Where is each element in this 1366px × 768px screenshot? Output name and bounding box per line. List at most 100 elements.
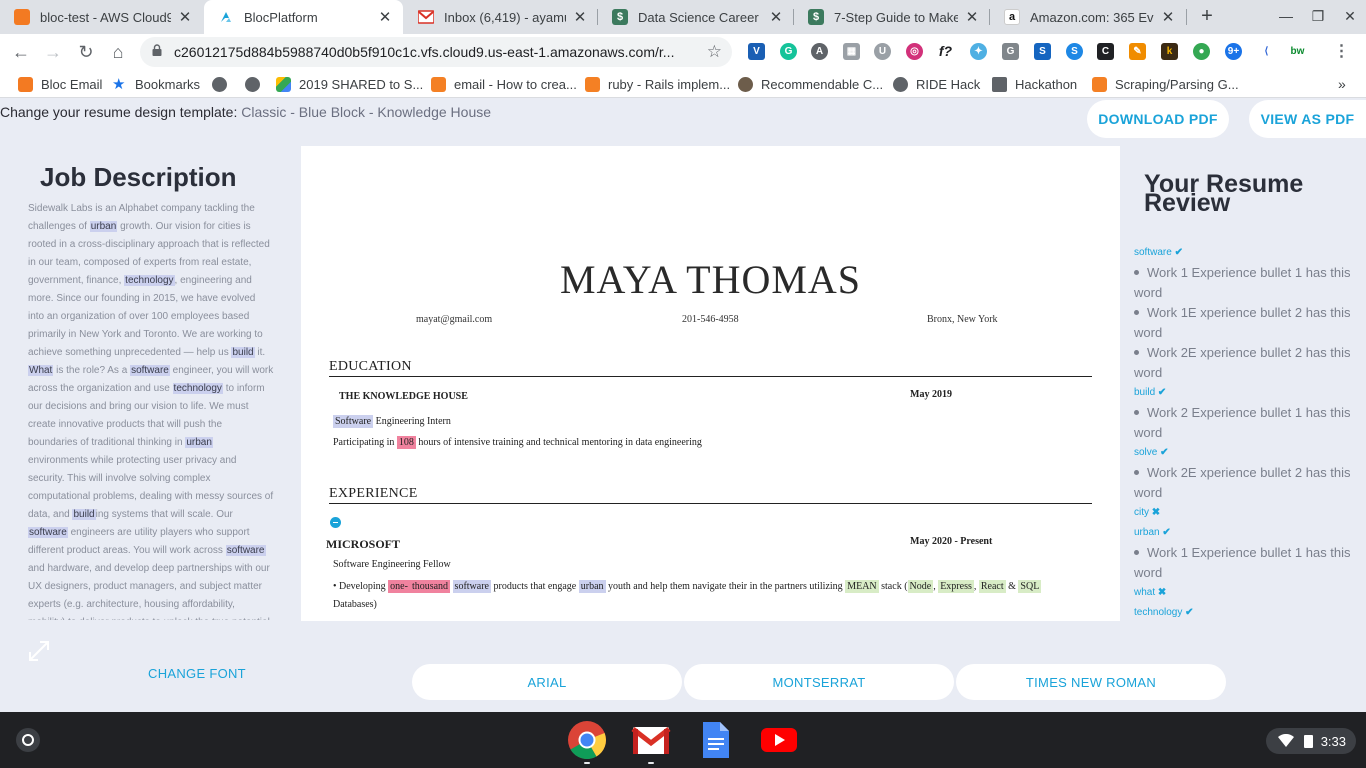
font-option-arial[interactable]: ARIAL: [412, 664, 682, 700]
bookmark-hackathon[interactable]: Hackathon: [992, 75, 1077, 93]
globe-icon: [245, 76, 260, 92]
close-icon[interactable]: ✕: [572, 8, 588, 26]
close-icon[interactable]: ✕: [964, 8, 980, 26]
bookmark-email-how[interactable]: email - How to crea...: [431, 75, 577, 93]
extension-icon[interactable]: ◎: [906, 43, 923, 60]
grammarly-icon[interactable]: G: [780, 43, 797, 60]
back-icon[interactable]: ←: [10, 41, 32, 63]
extension-icon[interactable]: bw: [1289, 43, 1306, 60]
remove-icon[interactable]: [330, 517, 341, 528]
font-option-times-new-roman[interactable]: TIMES NEW ROMAN: [956, 664, 1226, 700]
font-option-montserrat[interactable]: MONTSERRAT: [684, 664, 954, 700]
template-value[interactable]: Classic - Blue Block - Knowledge House: [241, 104, 491, 120]
extension-icon[interactable]: U: [874, 43, 891, 60]
resume-email: mayat@gmail.com: [416, 314, 493, 325]
reload-icon[interactable]: ↻: [75, 41, 97, 63]
bookmark-label: ruby - Rails implem...: [608, 76, 731, 92]
tab-amazon[interactable]: a Amazon.com: 365 Every ✕: [990, 0, 1186, 34]
bookmark-label: email - How to crea...: [454, 76, 577, 92]
close-icon[interactable]: ✕: [1160, 8, 1176, 26]
keyword-label: build: [1134, 387, 1156, 398]
minimize-icon[interactable]: —: [1277, 8, 1295, 24]
keyword-label: software: [1134, 247, 1172, 258]
bookmark-bookmarks[interactable]: ★ Bookmarks: [112, 75, 200, 93]
star-icon: ★: [112, 75, 126, 93]
formula-icon[interactable]: f?: [937, 43, 954, 60]
tab-label: 7-Step Guide to Make Yo: [834, 9, 958, 25]
bookmark-ruby-rails[interactable]: ruby - Rails implem...: [585, 75, 730, 93]
clock: 3:33: [1320, 733, 1346, 749]
review-bullet-text: Work 1 Experience bullet 1 has this word: [1134, 265, 1351, 300]
extension-icon[interactable]: S: [1034, 43, 1051, 60]
restore-icon[interactable]: ❐: [1309, 8, 1327, 25]
keyword-highlight: build: [72, 509, 96, 520]
review-bullet-text: Work 1 Experience bullet 1 has this word: [1134, 545, 1351, 580]
close-icon[interactable]: ✕: [377, 8, 393, 26]
bookmark-ride-hack[interactable]: RIDE Hack: [893, 75, 980, 93]
bookmark-label: Recommendable C...: [761, 76, 884, 92]
extension-icon[interactable]: ▦: [843, 43, 860, 60]
bookmark-star-icon[interactable]: ☆: [707, 42, 722, 62]
extension-icon[interactable]: A: [811, 43, 828, 60]
view-as-pdf-button[interactable]: VIEW AS PDF: [1249, 100, 1366, 138]
tab-separator: [597, 9, 598, 25]
tab-label: Inbox (6,419) - ayamusa: [444, 9, 566, 25]
extension-icon[interactable]: V: [748, 43, 765, 60]
tab-cloud9[interactable]: bloc-test - AWS Cloud9 ✕: [0, 0, 203, 34]
expand-icon[interactable]: [26, 638, 52, 664]
home-icon[interactable]: ⌂: [107, 41, 129, 63]
running-indicator: [584, 762, 590, 764]
download-pdf-button[interactable]: DOWNLOAD PDF: [1087, 100, 1229, 138]
extension-icon[interactable]: G: [1002, 43, 1019, 60]
youtube-icon[interactable]: [759, 720, 799, 760]
bookmark-bloc-email[interactable]: Bloc Email: [18, 75, 102, 93]
bookmark-shared[interactable]: 2019 SHARED to S...: [276, 75, 423, 93]
launcher-icon[interactable]: [16, 728, 40, 752]
keyword-highlight: software: [130, 365, 170, 376]
skype-icon[interactable]: S: [1066, 43, 1083, 60]
running-indicator: [648, 762, 654, 764]
tab-separator: [989, 9, 990, 25]
stackoverflow-icon: [585, 76, 600, 92]
bookmark-recommendable[interactable]: Recommendable C...: [738, 75, 883, 93]
tech-highlight: SQL: [1018, 580, 1042, 593]
extension-icon[interactable]: C: [1097, 43, 1114, 60]
bookmark-globe[interactable]: [212, 75, 235, 93]
menu-icon[interactable]: ⋮: [1333, 43, 1350, 60]
address-bar[interactable]: c26012175d884b5988740d0b5f910c1c.vfs.clo…: [140, 37, 732, 67]
bullet-dot: [1134, 310, 1139, 316]
extension-icon[interactable]: ✎: [1129, 43, 1146, 60]
browser-toolbar: ← → ↻ ⌂ c26012175d884b5988740d0b5f910c1c…: [0, 34, 1366, 70]
tab-data-science[interactable]: $ Data Science Career Pat ✕: [598, 0, 794, 34]
tab-gmail[interactable]: Inbox (6,419) - ayamusa ✕: [404, 0, 598, 34]
extension-icon[interactable]: 9+: [1225, 43, 1242, 60]
tech-highlight: Node: [907, 580, 934, 593]
extension-icon[interactable]: k: [1161, 43, 1178, 60]
close-window-icon[interactable]: ✕: [1341, 8, 1359, 25]
extension-icon[interactable]: ⟨: [1258, 43, 1275, 60]
review-keyword: technology ✔: [1134, 603, 1354, 621]
status-tray[interactable]: 3:33: [1266, 728, 1356, 754]
folder-icon: [992, 76, 1007, 92]
bookmark-scraping[interactable]: Scraping/Parsing G...: [1092, 75, 1239, 93]
tab-blocplatform[interactable]: BlocPlatform ✕: [204, 0, 403, 34]
close-icon[interactable]: ✕: [768, 8, 784, 26]
experience-bullet-cont: Databases): [333, 599, 377, 610]
tech-highlight: Express: [938, 580, 974, 593]
new-tab-button[interactable]: +: [1196, 6, 1218, 28]
gmail-icon[interactable]: [631, 720, 671, 760]
docs-icon[interactable]: [695, 720, 735, 760]
tab-seven-step[interactable]: $ 7-Step Guide to Make Yo ✕: [794, 0, 990, 34]
review-bullet-text: Work 2E xperience bullet 2 has this word: [1134, 465, 1351, 500]
forward-icon[interactable]: →: [42, 41, 64, 63]
review-bullet-text: Work 1E xperience bullet 2 has this word: [1134, 305, 1351, 340]
chrome-icon[interactable]: [567, 720, 607, 760]
close-icon[interactable]: ✕: [177, 8, 193, 26]
tab-strip: bloc-test - AWS Cloud9 ✕ BlocPlatform ✕ …: [0, 0, 1366, 34]
education-heading: EDUCATION: [329, 359, 1092, 377]
template-selector: Change your resume design template: Clas…: [0, 104, 491, 120]
extension-icon[interactable]: ●: [1193, 43, 1210, 60]
extension-icon[interactable]: ✦: [970, 43, 987, 60]
bookmarks-overflow-icon[interactable]: »: [1338, 75, 1346, 93]
bookmark-globe[interactable]: [245, 75, 268, 93]
